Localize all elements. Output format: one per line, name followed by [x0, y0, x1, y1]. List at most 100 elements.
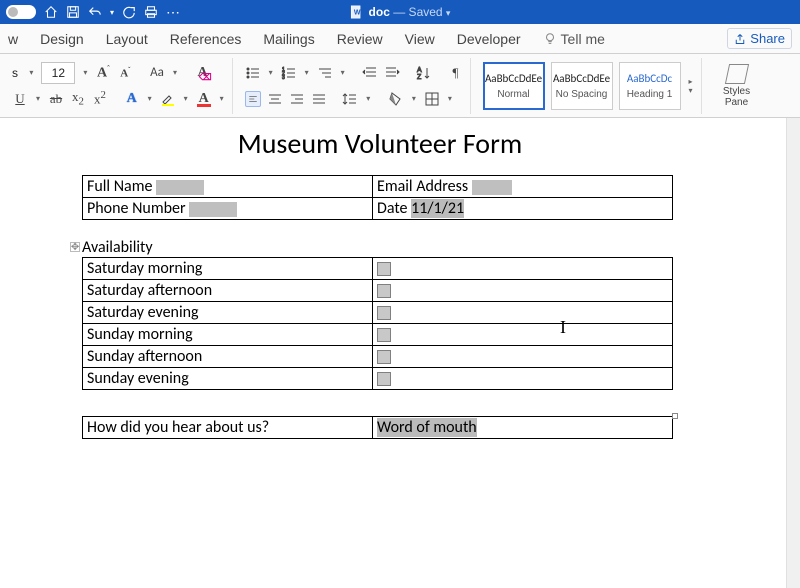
table-row[interactable]: Saturday afternoon	[83, 280, 673, 302]
availability-heading[interactable]: ✥ Availability	[82, 238, 730, 257]
autosave-toggle[interactable]	[6, 5, 36, 19]
tab-review[interactable]: Review	[337, 31, 383, 47]
align-center-icon[interactable]	[267, 91, 283, 107]
undo-icon[interactable]	[88, 5, 102, 19]
phone-placeholder[interactable]	[189, 202, 237, 217]
tab-view[interactable]: View	[405, 31, 435, 47]
font-name-dropdown[interactable]: s	[12, 66, 21, 80]
align-left-icon[interactable]	[245, 91, 261, 107]
shrink-font-icon[interactable]: Aˇ	[117, 65, 133, 81]
source-value-cell[interactable]: Word of mouth	[373, 417, 673, 439]
font-size-dd-icon[interactable]: ▾	[81, 62, 89, 84]
font-color-dd-icon[interactable]: ▾	[218, 88, 226, 110]
change-case-dd-icon[interactable]: ▾	[171, 62, 179, 84]
highlight-icon[interactable]	[160, 91, 176, 107]
bullets-dd-icon[interactable]: ▾	[267, 62, 275, 84]
tab-design[interactable]: Design	[40, 31, 84, 47]
availability-label[interactable]: Saturday afternoon	[83, 280, 373, 302]
table-anchor-icon[interactable]: ✥	[70, 242, 80, 252]
numbering-dd-icon[interactable]: ▾	[303, 62, 311, 84]
table-row[interactable]: Phone Number Date 11/1/21	[83, 198, 673, 220]
style-no-spacing[interactable]: AaBbCcDdEe No Spacing	[551, 62, 613, 110]
source-label-cell[interactable]: How did you hear about us?	[83, 417, 373, 439]
bullets-icon[interactable]	[245, 65, 261, 81]
full-name-cell[interactable]: Full Name	[83, 176, 373, 198]
clear-formatting-icon[interactable]: A⌫	[195, 65, 211, 81]
tab-partial[interactable]: w	[8, 31, 18, 47]
checkbox[interactable]	[377, 262, 391, 276]
line-spacing-dd-icon[interactable]: ▾	[364, 88, 372, 110]
table-row[interactable]: Full Name Email Address	[83, 176, 673, 198]
save-icon[interactable]	[66, 5, 80, 19]
text-effects-dd-icon[interactable]: ▾	[146, 88, 154, 110]
multilevel-dd-icon[interactable]: ▾	[339, 62, 347, 84]
paragraph-marks-icon[interactable]: ¶	[448, 65, 464, 81]
sort-icon[interactable]: AZ	[416, 65, 432, 81]
borders-dd-icon[interactable]: ▾	[446, 88, 454, 110]
checkbox[interactable]	[377, 306, 391, 320]
line-spacing-icon[interactable]	[342, 91, 358, 107]
text-effects-icon[interactable]: A	[124, 91, 140, 107]
tab-developer[interactable]: Developer	[457, 31, 521, 47]
tell-me-search[interactable]: Tell me	[543, 31, 605, 47]
tab-references[interactable]: References	[170, 31, 242, 47]
font-name-dd-icon[interactable]: ▾	[27, 62, 35, 84]
availability-check-cell[interactable]	[373, 346, 673, 368]
grow-font-icon[interactable]: Aˆ	[95, 65, 111, 81]
table-resize-handle[interactable]	[672, 413, 678, 419]
highlight-dd-icon[interactable]: ▾	[182, 88, 190, 110]
availability-label[interactable]: Sunday evening	[83, 368, 373, 390]
styles-pane-button[interactable]: StylesPane	[714, 61, 760, 111]
shading-dd-icon[interactable]: ▾	[410, 88, 418, 110]
subscript-icon[interactable]: x2	[70, 91, 86, 107]
font-size-input[interactable]: 12	[41, 62, 75, 84]
change-case-icon[interactable]: Aa	[149, 65, 165, 81]
styles-gallery-expand[interactable]: ▸▾	[687, 62, 695, 110]
date-cell[interactable]: Date 11/1/21	[373, 198, 673, 220]
document-title[interactable]: Museum Volunteer Form	[30, 118, 730, 175]
font-color-icon[interactable]: A	[196, 91, 212, 107]
source-dropdown[interactable]: Word of mouth	[377, 418, 477, 437]
doc-title-name[interactable]: doc	[369, 5, 390, 19]
outdent-icon[interactable]	[362, 65, 378, 81]
shading-icon[interactable]	[388, 91, 404, 107]
style-normal[interactable]: AaBbCcDdEe Normal	[483, 62, 545, 110]
underline-icon[interactable]: U	[12, 91, 28, 107]
align-right-icon[interactable]	[289, 91, 305, 107]
tab-layout[interactable]: Layout	[106, 31, 148, 47]
vertical-scrollbar[interactable]	[786, 118, 800, 588]
checkbox[interactable]	[377, 284, 391, 298]
borders-icon[interactable]	[424, 91, 440, 107]
home-icon[interactable]	[44, 5, 58, 19]
availability-label[interactable]: Saturday evening	[83, 302, 373, 324]
email-placeholder[interactable]	[472, 180, 512, 195]
superscript-icon[interactable]: x2	[92, 91, 108, 107]
table-row[interactable]: Sunday evening	[83, 368, 673, 390]
email-cell[interactable]: Email Address	[373, 176, 673, 198]
more-icon[interactable]: ⋯	[166, 5, 180, 19]
style-heading-1[interactable]: AaBbCcDc Heading 1	[619, 62, 681, 110]
checkbox[interactable]	[377, 350, 391, 364]
justify-icon[interactable]	[311, 91, 327, 107]
table-row[interactable]: How did you hear about us? Word of mouth	[83, 417, 673, 439]
table-row[interactable]: Sunday morning	[83, 324, 673, 346]
contact-table[interactable]: Full Name Email Address Phone Number Dat…	[82, 175, 673, 220]
strikethrough-icon[interactable]: ab	[48, 91, 64, 107]
table-row[interactable]: Saturday morning	[83, 258, 673, 280]
availability-label[interactable]: Saturday morning	[83, 258, 373, 280]
title-dropdown-icon[interactable]: ▾	[446, 8, 451, 18]
document-canvas[interactable]: Museum Volunteer Form Full Name Email Ad…	[0, 118, 786, 588]
share-button[interactable]: Share	[727, 28, 792, 49]
table-row[interactable]: Saturday evening	[83, 302, 673, 324]
availability-check-cell[interactable]	[373, 324, 673, 346]
date-field[interactable]: 11/1/21	[411, 199, 464, 218]
availability-table[interactable]: Saturday morning Saturday afternoon Satu…	[82, 257, 673, 390]
multilevel-icon[interactable]	[317, 65, 333, 81]
undo-dropdown-icon[interactable]: ▾	[110, 8, 114, 17]
indent-icon[interactable]	[384, 65, 400, 81]
table-row[interactable]: Sunday afternoon	[83, 346, 673, 368]
full-name-placeholder[interactable]	[156, 180, 204, 195]
checkbox[interactable]	[377, 328, 391, 342]
numbering-icon[interactable]: 123	[281, 65, 297, 81]
print-icon[interactable]	[144, 5, 158, 19]
